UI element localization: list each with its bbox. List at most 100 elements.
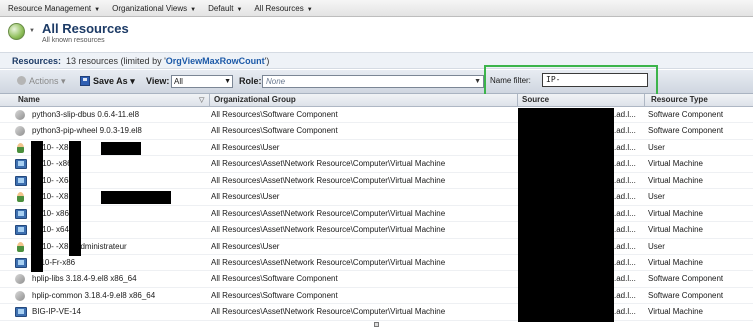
table-row[interactable]: -w10-Fr-x86 All Resources\Asset\Network R… <box>0 255 753 272</box>
table-header: Name ▽ Organizational Group Source Resou… <box>0 94 753 107</box>
globe-icon[interactable] <box>8 23 25 40</box>
vm-icon <box>15 225 27 236</box>
cell-type: Virtual Machine <box>648 208 703 218</box>
component-icon <box>15 274 25 285</box>
filter-icon[interactable]: ▽ <box>199 96 204 104</box>
view-select-value: All <box>174 77 183 86</box>
cell-name: python3-slip-dbus 0.6.4-11.el8 <box>32 110 140 119</box>
redacted-region <box>518 108 614 322</box>
cell-group: All Resources\Asset\Network Resource\Com… <box>211 208 446 218</box>
redacted-region <box>31 141 43 272</box>
menu-item-label: All Resources <box>254 3 304 13</box>
scrollbar-handle[interactable] <box>374 322 379 327</box>
column-divider[interactable] <box>644 94 645 107</box>
cell-type: User <box>648 142 665 152</box>
save-icon <box>80 76 90 86</box>
resources-table: Name ▽ Organizational Group Source Resou… <box>0 94 753 321</box>
cell-group: All Resources\Asset\Network Resource\Com… <box>211 307 446 317</box>
column-divider[interactable] <box>517 94 518 107</box>
vm-icon <box>15 159 27 170</box>
cell-name: python3-pip-wheel 9.0.3-19.el8 <box>32 126 142 136</box>
cell-type: Virtual Machine <box>648 175 703 185</box>
resources-suffix: ') <box>264 55 270 66</box>
table-row[interactable]: hplip-libs 3.18.4-9.el8 x86_64 All Resour… <box>0 271 753 288</box>
cell-group: All Resources\Software Component <box>211 110 338 119</box>
menu-resource-management[interactable]: Resource Management ▼ <box>8 4 100 13</box>
save-as-button[interactable]: Save As ▾ <box>80 76 135 87</box>
org-view-max-row-count-link[interactable]: OrgViewMaxRowCount <box>166 56 265 66</box>
column-header-name[interactable]: Name <box>18 95 40 104</box>
menu-default[interactable]: Default ▼ <box>208 4 242 13</box>
vm-icon <box>15 208 27 219</box>
cell-type: Virtual Machine <box>648 257 703 267</box>
chevron-down-icon: ▾ <box>61 76 66 86</box>
column-header-type[interactable]: Resource Type <box>651 95 708 104</box>
role-select[interactable]: None ▼ <box>262 75 484 88</box>
cell-source: .ad.l... <box>614 257 636 267</box>
cell-source: .ad.l... <box>614 225 636 235</box>
table-row[interactable]: python3-pip-wheel 9.0.3-19.el8 All Resour… <box>0 123 753 140</box>
table-body: python3-slip-dbus 0.6.4-11.el8 All Resour… <box>0 107 753 321</box>
table-row[interactable]: -W10- -X86\AdministrateurAll Resources\U… <box>0 239 753 255</box>
chevron-down-icon: ▼ <box>224 78 231 85</box>
resources-label: Resources: <box>12 55 62 66</box>
column-divider[interactable] <box>209 94 210 107</box>
table-row[interactable]: -W10- -x86 All Resources\Asset\Network Re… <box>0 156 753 173</box>
actions-label: Actions <box>29 76 59 86</box>
page-header: ▼ All Resources All known resources <box>0 17 753 47</box>
table-row[interactable]: hplip-common 3.18.4-9.el8 x86_64 All Reso… <box>0 288 753 305</box>
component-icon <box>15 110 25 120</box>
cell-group: All Resources\User <box>211 192 280 202</box>
cell-name: BIG-IP-VE-14 <box>32 307 81 317</box>
table-row[interactable]: python3-slip-dbus 0.6.4-11.el8 All Resour… <box>0 107 753 124</box>
cell-type: Software Component <box>648 274 724 284</box>
chevron-down-icon[interactable]: ▼ <box>29 28 35 34</box>
vm-icon <box>15 257 27 268</box>
cell-type: User <box>648 241 665 251</box>
vm-icon <box>15 175 27 186</box>
table-row[interactable]: -W10- x86 All Resources\Asset\Network Res… <box>0 206 753 223</box>
cell-group: All Resources\Software Component <box>211 290 338 300</box>
page-title: All Resources <box>42 21 129 36</box>
cell-source: .ad.l... <box>614 290 636 300</box>
cell-source: .ad.l... <box>614 159 636 169</box>
view-select[interactable]: All ▼ <box>171 75 233 88</box>
table-row[interactable]: BIG-IP-VE-14 All Resources\Asset\Network … <box>0 304 753 321</box>
cell-type: User <box>648 192 665 202</box>
table-row[interactable]: -W10- x64 All Resources\Asset\Network Res… <box>0 222 753 239</box>
resources-count: 13 resources (limited by ' <box>66 55 166 66</box>
vm-icon <box>15 307 27 318</box>
column-header-group[interactable]: Organizational Group <box>214 95 296 104</box>
cell-name: hplip-libs 3.18.4-9.el8 x86_64 <box>32 274 137 284</box>
redacted-region <box>101 191 171 204</box>
menu-organizational-views[interactable]: Organizational Views ▼ <box>112 4 196 13</box>
cell-type: Software Component <box>648 110 724 119</box>
menu-item-label: Default <box>208 3 234 13</box>
redacted-region <box>101 142 141 155</box>
component-icon <box>15 126 25 137</box>
chevron-down-icon: ▼ <box>190 6 197 13</box>
name-filter-label: Name filter: <box>490 76 531 85</box>
menu-all-resources[interactable]: All Resources ▼ <box>254 4 312 13</box>
actions-button[interactable]: Actions ▾ <box>17 76 66 87</box>
chevron-down-icon: ▼ <box>236 6 243 13</box>
cell-group: All Resources\Asset\Network Resource\Com… <box>211 257 446 267</box>
role-select-value: None <box>266 77 286 86</box>
chevron-down-icon: ▾ <box>130 76 135 86</box>
cell-group: All Resources\Asset\Network Resource\Com… <box>211 159 446 169</box>
cell-group: All Resources\Asset\Network Resource\Com… <box>211 225 446 235</box>
cell-source: .ad.l... <box>614 241 636 251</box>
chevron-down-icon: ▼ <box>474 78 481 85</box>
cell-name: hplip-common 3.18.4-9.el8 x86_64 <box>32 290 156 300</box>
name-filter-input[interactable]: IP- <box>542 73 648 87</box>
cell-source: .ad.l... <box>614 208 636 218</box>
cell-source: .ad.l... <box>614 110 636 119</box>
table-row[interactable]: -W10- -X64 All Resources\Asset\Network Re… <box>0 173 753 190</box>
chevron-down-icon: ▼ <box>306 6 313 13</box>
user-icon <box>17 241 24 252</box>
top-menu-bar: Resource Management ▼ Organizational View… <box>0 0 753 17</box>
redacted-region <box>69 141 81 256</box>
cell-type: Software Component <box>648 126 724 136</box>
column-header-source[interactable]: Source <box>522 95 549 104</box>
cell-source: .ad.l... <box>614 274 636 284</box>
